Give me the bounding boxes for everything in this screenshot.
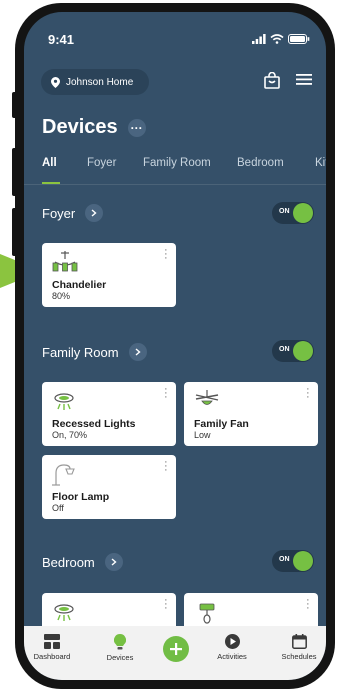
device-state: Off xyxy=(52,503,64,513)
app-screen: 9:41 Johnson Home Devices ··· All Foyer … xyxy=(24,12,326,680)
toggle-label: ON xyxy=(279,208,290,215)
plus-icon xyxy=(170,643,182,655)
tab-bedroom[interactable]: Bedroom xyxy=(237,157,284,169)
device-options-icon[interactable]: · · · xyxy=(164,245,168,264)
nav-label: Schedules xyxy=(281,652,317,661)
chandelier-icon xyxy=(52,251,78,272)
status-time: 9:41 xyxy=(48,32,75,47)
wifi-icon xyxy=(270,34,284,44)
device-options-icon[interactable]: · · · xyxy=(164,595,168,614)
device-card-recessed-lights[interactable]: · · · Recessed Lights On, 70% xyxy=(42,382,176,446)
device-state: On, 70% xyxy=(52,430,88,440)
device-options-icon[interactable]: · · · xyxy=(306,595,310,614)
nav-label: Devices xyxy=(106,653,134,662)
section-toggle-family-room[interactable]: ON xyxy=(272,340,314,362)
pendant-light-icon xyxy=(199,603,215,624)
page-title: Devices xyxy=(42,116,118,138)
signal-icon xyxy=(252,34,266,44)
device-name: Family Fan xyxy=(194,418,249,430)
home-name: Johnson Home xyxy=(66,76,134,88)
device-state: 80% xyxy=(52,291,71,301)
toggle-label: ON xyxy=(279,346,290,353)
tab-all[interactable]: All xyxy=(42,157,57,169)
bulb-icon xyxy=(114,634,126,650)
device-options-icon[interactable]: · · · xyxy=(164,384,168,403)
ceiling-fan-icon xyxy=(195,390,219,405)
device-options-icon[interactable]: · · · xyxy=(306,384,310,403)
more-options-button[interactable]: ··· xyxy=(127,118,146,137)
tab-family-room[interactable]: Family Room xyxy=(143,157,211,169)
dashboard-icon xyxy=(44,634,60,649)
device-card-floor-lamp[interactable]: · · · Floor Lamp Off xyxy=(42,455,176,519)
section-header-foyer[interactable]: Foyer xyxy=(42,204,104,222)
tab-kitchen[interactable]: Kitchen xyxy=(315,157,326,169)
tab-foyer[interactable]: Foyer xyxy=(87,157,116,169)
tabs-divider xyxy=(24,184,326,185)
status-bar: 9:41 xyxy=(42,32,312,50)
calendar-icon xyxy=(291,634,307,649)
nav-schedules[interactable]: Schedules xyxy=(269,634,326,661)
section-header-bedroom[interactable]: Bedroom xyxy=(42,553,123,571)
device-card-family-fan[interactable]: · · · Family Fan Low xyxy=(184,382,318,446)
add-device-button[interactable] xyxy=(163,636,189,662)
recessed-light-icon xyxy=(54,393,74,410)
toggle-knob xyxy=(293,341,313,361)
device-name: Recessed Lights xyxy=(52,418,136,430)
shopping-bag-icon[interactable] xyxy=(264,72,280,89)
toggle-label: ON xyxy=(279,556,290,563)
section-title: Bedroom xyxy=(42,554,95,570)
section-header-family-room[interactable]: Family Room xyxy=(42,343,147,361)
toggle-knob xyxy=(293,551,313,571)
play-icon xyxy=(224,634,240,649)
home-selector[interactable]: Johnson Home xyxy=(41,69,149,95)
device-state: Low xyxy=(194,430,211,440)
recessed-light-icon xyxy=(54,604,74,621)
nav-label: Dashboard xyxy=(33,652,71,661)
page-title-row: Devices ··· xyxy=(42,116,146,139)
device-options-icon[interactable]: · · · xyxy=(164,457,168,476)
chevron-right-icon[interactable] xyxy=(104,553,123,571)
phone-frame: 9:41 Johnson Home Devices ··· All Foyer … xyxy=(15,3,335,689)
chevron-right-icon[interactable] xyxy=(85,204,104,222)
section-title: Foyer xyxy=(42,205,76,221)
device-name: Chandelier xyxy=(52,279,107,291)
menu-icon[interactable] xyxy=(296,72,312,86)
nav-devices[interactable]: Devices xyxy=(90,634,150,662)
room-tabs: All Foyer Family Room Bedroom Kitchen xyxy=(42,157,326,183)
section-title: Family Room xyxy=(42,344,119,360)
bottom-navigation: Dashboard Devices Activities Schedules xyxy=(24,626,326,680)
floor-lamp-icon xyxy=(52,464,75,486)
toggle-knob xyxy=(293,203,313,223)
nav-activities[interactable]: Activities xyxy=(202,634,262,661)
device-card-chandelier[interactable]: · · · Chandelier 80% xyxy=(42,243,176,307)
chevron-right-icon[interactable] xyxy=(128,343,147,361)
device-name: Floor Lamp xyxy=(52,491,110,503)
nav-dashboard[interactable]: Dashboard xyxy=(24,634,82,661)
location-pin-icon xyxy=(51,76,60,88)
section-toggle-bedroom[interactable]: ON xyxy=(272,550,314,572)
section-toggle-foyer[interactable]: ON xyxy=(272,202,314,224)
nav-label: Activities xyxy=(217,652,247,661)
battery-icon xyxy=(288,34,310,44)
